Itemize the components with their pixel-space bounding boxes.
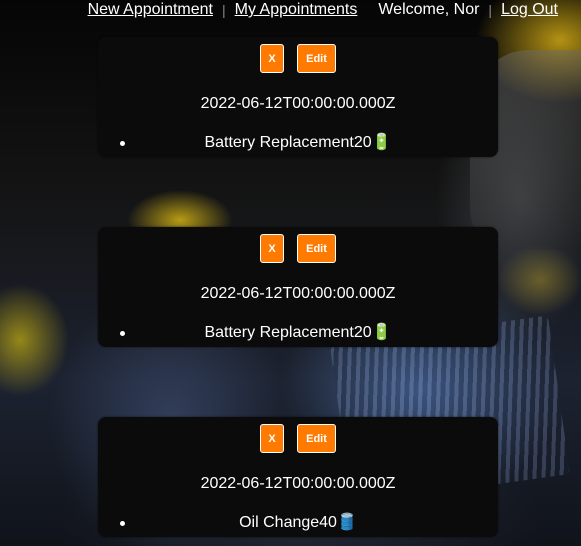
service-list: Oil Change40🛢️ (98, 512, 498, 534)
bullet-icon (120, 521, 125, 526)
bullet-icon (120, 141, 125, 146)
new-appointment-link[interactable]: New Appointment (88, 1, 213, 19)
service-list: Battery Replacement20🔋 (98, 132, 498, 154)
appointment-date: 2022-06-12T00:00:00.000Z (200, 475, 396, 492)
welcome-text: Welcome, Nor (378, 1, 480, 18)
bullet-icon (120, 331, 125, 336)
card-actions: X Edit (98, 424, 498, 453)
service-list: Battery Replacement20🔋 (98, 322, 498, 344)
log-out-link[interactable]: Log Out (501, 1, 558, 19)
appointment-date: 2022-06-12T00:00:00.000Z (200, 95, 396, 112)
edit-button[interactable]: Edit (297, 424, 336, 453)
battery-icon: 🔋 (371, 324, 392, 341)
my-appointments-link[interactable]: My Appointments (235, 1, 358, 19)
top-nav: New Appointment | My Appointments Welcom… (0, 0, 581, 20)
appointment-card: X Edit 2022-06-12T00:00:00.000Z Oil Chan… (98, 417, 498, 537)
nav-separator: | (488, 2, 493, 18)
appointment-card: X Edit 2022-06-12T00:00:00.000Z Battery … (98, 37, 498, 157)
service-item: Battery Replacement20🔋 (98, 132, 498, 154)
oil-barrel-icon: 🛢️ (336, 514, 357, 531)
appointment-card: X Edit 2022-06-12T00:00:00.000Z Battery … (98, 227, 498, 347)
service-name: Oil Change40 (239, 514, 337, 531)
appointment-date: 2022-06-12T00:00:00.000Z (200, 285, 396, 302)
edit-button[interactable]: Edit (297, 234, 336, 263)
delete-button[interactable]: X (260, 234, 284, 263)
battery-icon: 🔋 (371, 134, 392, 151)
service-name: Battery Replacement20 (204, 134, 372, 151)
card-actions: X Edit (98, 44, 498, 73)
service-item: Battery Replacement20🔋 (98, 322, 498, 344)
edit-button[interactable]: Edit (297, 44, 336, 73)
service-name: Battery Replacement20 (204, 324, 372, 341)
service-item: Oil Change40🛢️ (98, 512, 498, 534)
delete-button[interactable]: X (260, 44, 284, 73)
nav-separator: | (221, 2, 226, 18)
card-actions: X Edit (98, 234, 498, 263)
delete-button[interactable]: X (260, 424, 284, 453)
